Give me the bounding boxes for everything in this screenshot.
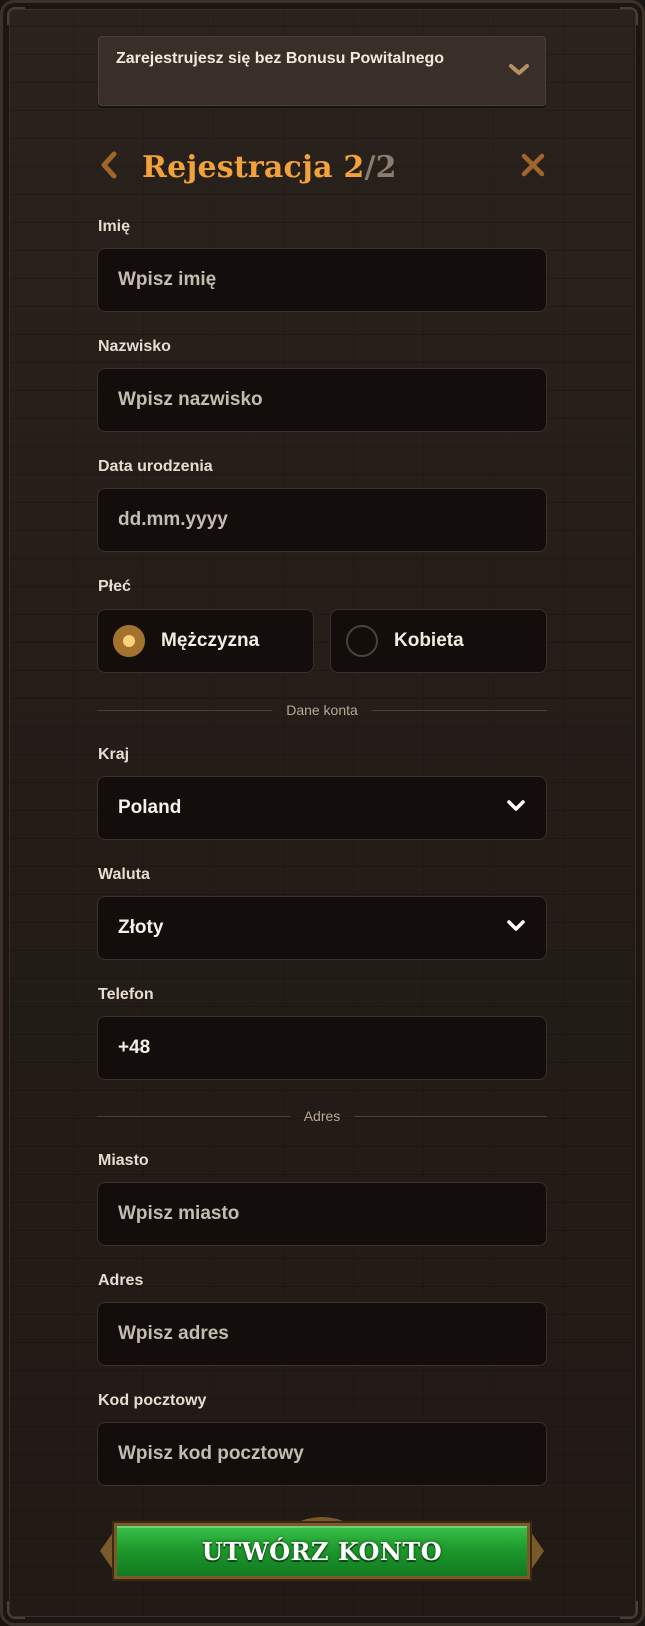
radio-unchecked-icon [346,625,378,657]
address-label: Adres [98,1272,144,1289]
first-name-label: Imię [98,218,131,235]
step-current: 2 [343,150,365,185]
divider-line [97,709,273,711]
registration-header: Rejestracja 2/2 [98,150,548,190]
postal-code-input[interactable] [118,1443,526,1465]
birth-date-field[interactable] [97,488,547,552]
first-name-field[interactable] [97,248,547,312]
title-text: Rejestracja [142,150,333,185]
section-title: Adres [303,1108,341,1124]
section-title: Dane konta [286,702,358,718]
divider-line [97,1115,290,1117]
country-select[interactable]: Poland [97,776,547,840]
frame-corner [7,7,25,25]
last-name-field[interactable] [97,368,547,432]
chevron-down-icon [506,797,526,819]
create-account-label: UTWÓRZ KONTO [201,1536,443,1566]
gender-label: Płeć [98,578,131,595]
close-icon [518,153,548,184]
section-divider-address: Adres [97,1106,548,1126]
back-button[interactable] [98,150,120,180]
close-button[interactable] [518,150,548,180]
bonus-text: Zarejestrujesz się bez Bonusu Powitalneg… [116,50,445,67]
city-field[interactable] [97,1182,547,1246]
phone-field[interactable] [97,1016,547,1080]
address-input[interactable] [118,1323,526,1345]
last-name-label: Nazwisko [98,338,171,355]
last-name-input[interactable] [118,389,526,411]
address-field[interactable] [97,1302,547,1366]
postal-code-field[interactable] [97,1422,547,1486]
page-title: Rejestracja 2/2 [142,150,397,185]
phone-label: Telefon [98,986,154,1003]
button-ornament-top [292,1511,352,1524]
gender-option-female[interactable]: Kobieta [330,609,547,673]
city-label: Miasto [98,1152,149,1169]
create-account-button[interactable]: UTWÓRZ KONTO [114,1523,530,1579]
chevron-down-icon [506,917,526,939]
city-input[interactable] [118,1203,526,1225]
frame-corner [620,7,638,25]
step-separator: / [364,150,376,185]
frame-corner [7,1601,25,1619]
birth-date-input[interactable] [118,509,526,531]
postal-code-label: Kod pocztowy [98,1392,207,1409]
chevron-down-icon [508,62,530,81]
frame-corner [620,1601,638,1619]
radio-checked-icon [113,625,145,657]
first-name-input[interactable] [118,269,526,291]
currency-label: Waluta [98,866,150,883]
phone-input[interactable] [118,1037,526,1059]
gender-option-male[interactable]: Mężczyzna [97,609,314,673]
divider-line [354,1115,548,1117]
currency-value: Złoty [118,917,164,938]
create-account-button-wrap: UTWÓRZ KONTO [100,1517,544,1585]
gender-option-label: Mężczyzna [161,630,260,651]
section-divider-account: Dane konta [97,700,548,720]
currency-select[interactable]: Złoty [97,896,547,960]
chevron-left-icon [98,151,120,184]
bonus-dropdown[interactable]: Zarejestrujesz się bez Bonusu Powitalneg… [98,36,546,106]
country-value: Poland [118,797,182,818]
birth-date-label: Data urodzenia [98,458,213,475]
step-total: 2 [375,150,397,185]
divider-line [371,709,548,711]
country-label: Kraj [98,746,130,763]
gender-option-label: Kobieta [394,630,464,651]
